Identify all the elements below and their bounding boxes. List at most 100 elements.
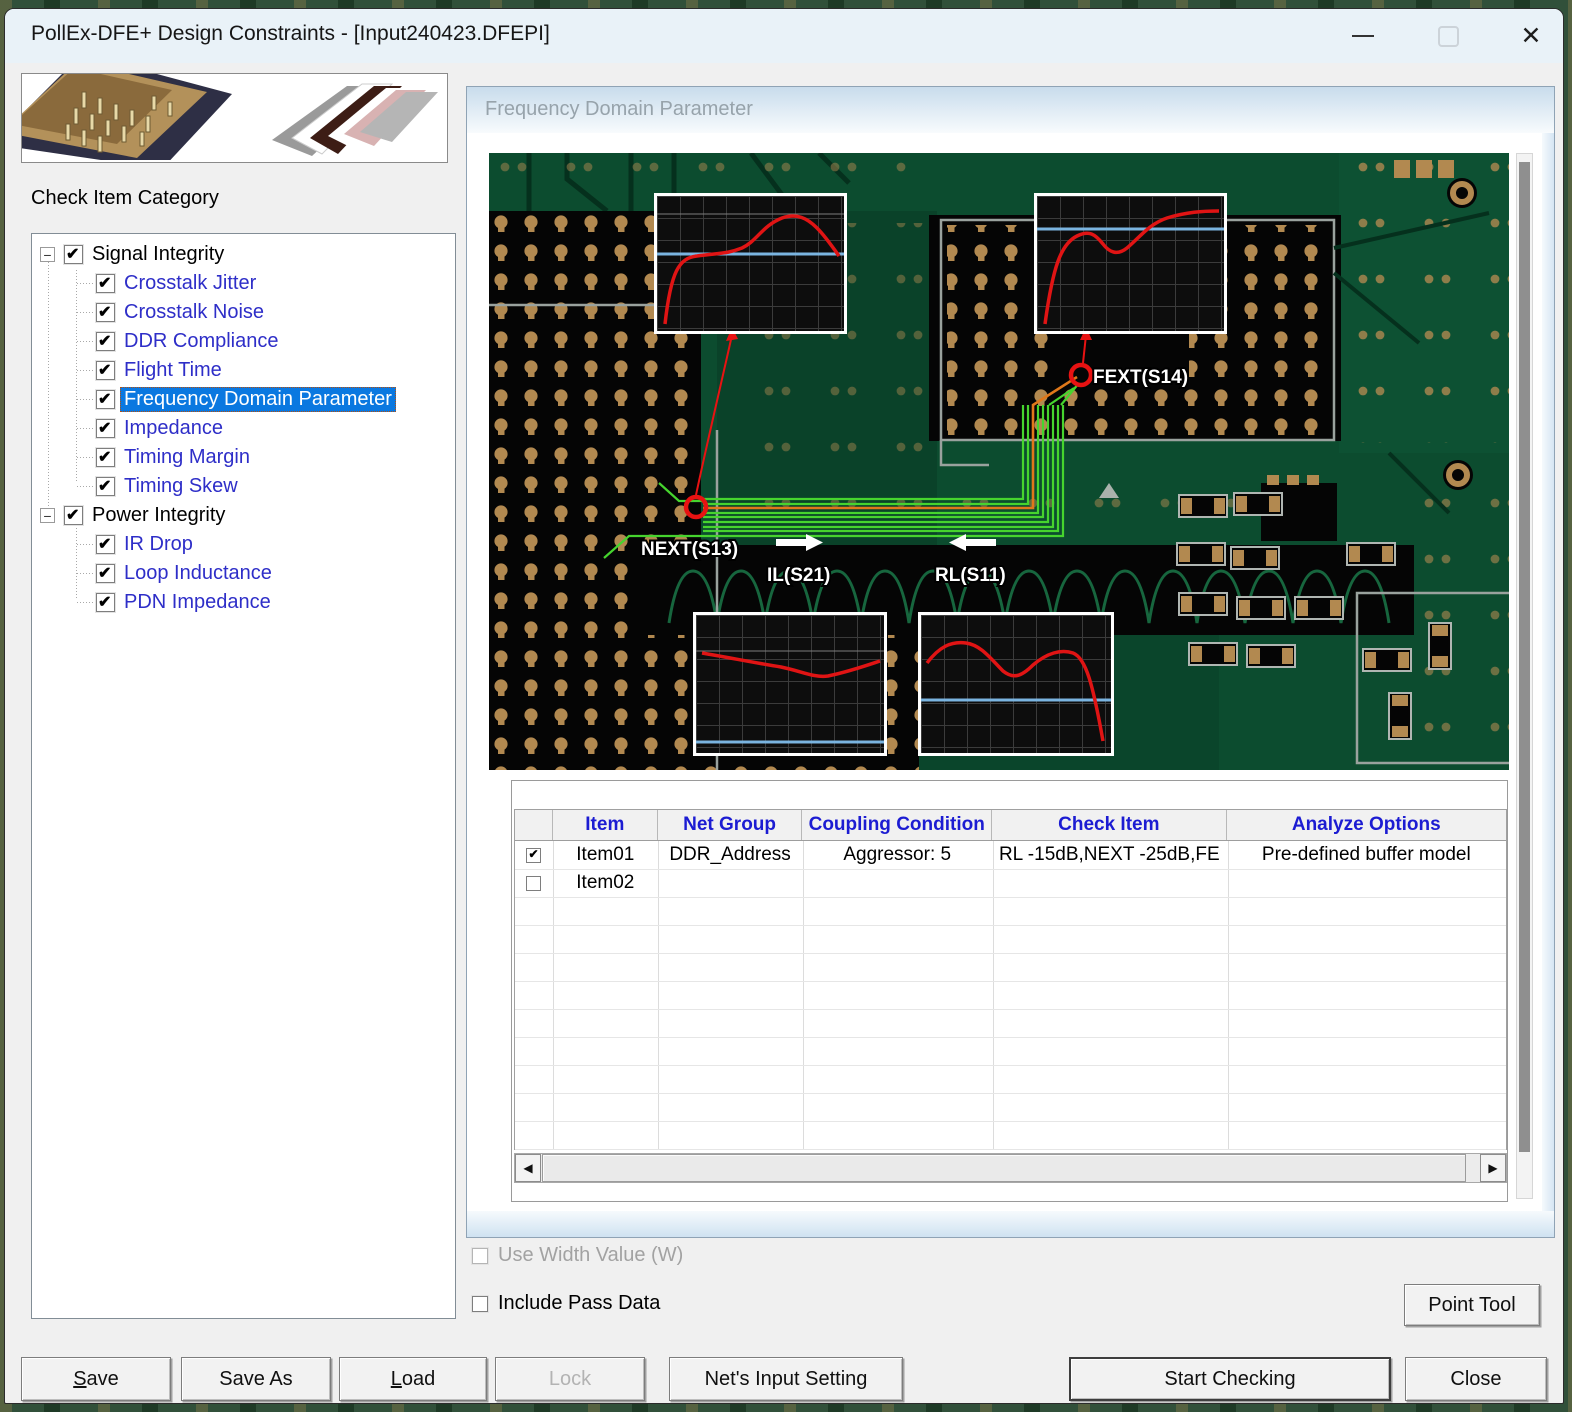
checkbox[interactable] [96, 535, 115, 554]
checkbox[interactable] [96, 303, 115, 322]
tree-item-label[interactable]: IR Drop [124, 533, 193, 556]
tree-item-label[interactable]: Timing Margin [124, 446, 250, 469]
table-row[interactable]: Item02 [515, 869, 1506, 898]
tree-item-loop-inductance[interactable]: Loop Inductance [32, 559, 455, 588]
cell-analyze-options[interactable]: Pre-defined buffer model [1227, 841, 1506, 869]
category-label: Check Item Category [31, 187, 219, 210]
constraint-table[interactable]: Item Net Group Coupling Condition Check … [514, 809, 1507, 1150]
cell-item[interactable]: Item01 [553, 841, 658, 869]
include-pass-data-label[interactable]: Include Pass Data [498, 1292, 660, 1315]
tree-item-label[interactable]: Impedance [124, 417, 223, 440]
chip-and-boards-art [22, 74, 445, 160]
cell-net-group[interactable]: DDR_Address [658, 841, 803, 869]
header-check-item[interactable]: Check Item [992, 810, 1227, 840]
point-tool-button[interactable]: Point Tool [1404, 1284, 1540, 1326]
checkbox[interactable] [96, 419, 115, 438]
banner-image [21, 73, 448, 163]
header-analyze-options[interactable]: Analyze Options [1227, 810, 1506, 840]
tree-item-signal-integrity[interactable]: − Signal Integrity [32, 240, 455, 269]
tree-item-impedance[interactable]: Impedance [32, 414, 455, 443]
title-bar[interactable]: PollEx-DFE+ Design Constraints - [Input2… [5, 9, 1563, 63]
tree-item-timing-margin[interactable]: Timing Margin [32, 443, 455, 472]
cell-coupling-condition[interactable] [802, 869, 992, 897]
table-row[interactable]: Item01 DDR_Address Aggressor: 5 RL -15dB… [515, 841, 1506, 870]
load-button[interactable]: Load [339, 1357, 487, 1401]
start-checking-button[interactable]: Start Checking [1069, 1357, 1391, 1401]
save-as-button[interactable]: Save As [181, 1357, 331, 1401]
vertical-scrollbar[interactable] [1516, 153, 1533, 1199]
window-title: PollEx-DFE+ Design Constraints - [Input2… [31, 22, 550, 46]
cell-check-item[interactable] [992, 869, 1227, 897]
tree-item-ir-drop[interactable]: IR Drop [32, 530, 455, 559]
checkbox[interactable] [96, 390, 115, 409]
sparam-inset-chart-il [693, 612, 887, 756]
checkbox[interactable] [64, 506, 83, 525]
minimize-button[interactable] [1339, 15, 1387, 57]
horizontal-scrollbar[interactable]: ◀ ▶ [514, 1153, 1507, 1183]
cell-analyze-options[interactable] [1227, 869, 1506, 897]
cell-item[interactable]: Item02 [553, 869, 658, 897]
checkbox[interactable] [96, 593, 115, 612]
collapse-icon[interactable]: − [40, 247, 55, 262]
tree-item-label[interactable]: DDR Compliance [124, 330, 279, 353]
table-header-row[interactable]: Item Net Group Coupling Condition Check … [515, 810, 1506, 841]
pcb-preview-image[interactable]: NEXT(S13) IL(S21) RL(S11) FEXT(S14) [489, 153, 1509, 770]
tree-item-pdn-impedance[interactable]: PDN Impedance [32, 588, 455, 617]
header-coupling-condition[interactable]: Coupling Condition [802, 810, 992, 840]
scroll-left-button[interactable]: ◀ [515, 1154, 541, 1182]
checkbox[interactable] [96, 361, 115, 380]
collapse-icon[interactable]: − [40, 508, 55, 523]
cell-coupling-condition[interactable]: Aggressor: 5 [802, 841, 992, 869]
row-checkbox[interactable] [526, 848, 541, 863]
header-select-column[interactable] [515, 810, 553, 840]
use-width-value-option: Use Width Value (W) [472, 1244, 683, 1267]
sparam-inset-chart-fext [1034, 193, 1227, 334]
checkbox[interactable] [64, 245, 83, 264]
nets-input-setting-button[interactable]: Net's Input Setting [669, 1357, 903, 1401]
maximize-button[interactable] [1424, 15, 1472, 57]
checkbox[interactable] [96, 332, 115, 351]
tree-item-label[interactable]: Signal Integrity [92, 243, 224, 266]
tree-item-label[interactable]: Timing Skew [124, 475, 238, 498]
use-width-value-checkbox [472, 1248, 488, 1264]
scroll-right-button[interactable]: ▶ [1480, 1154, 1506, 1182]
include-pass-data-checkbox[interactable] [472, 1296, 488, 1312]
tree-item-label[interactable]: PDN Impedance [124, 591, 271, 614]
include-pass-data-option[interactable]: Include Pass Data [472, 1292, 660, 1315]
tree-item-label[interactable]: Crosstalk Jitter [124, 272, 256, 295]
pcb-label-rl: RL(S11) [935, 565, 1006, 586]
tree-item-power-integrity[interactable]: − Power Integrity [32, 501, 455, 530]
panel-bottom-edge [467, 1211, 1554, 1237]
checkbox[interactable] [96, 477, 115, 496]
checkbox[interactable] [96, 564, 115, 583]
checkbox[interactable] [96, 274, 115, 293]
save-button[interactable]: Save [21, 1357, 171, 1401]
tree-item-label[interactable]: Power Integrity [92, 504, 225, 527]
check-item-tree[interactable]: − Signal Integrity Crosstalk Jitter Cros… [31, 233, 456, 1319]
tree-item-label[interactable]: Crosstalk Noise [124, 301, 264, 324]
tree-item-ddr-compliance[interactable]: DDR Compliance [32, 327, 455, 356]
cell-check-item[interactable]: RL -15dB,NEXT -25dB,FE [992, 841, 1227, 869]
tree-item-crosstalk-noise[interactable]: Crosstalk Noise [32, 298, 455, 327]
minimize-icon [1352, 35, 1374, 37]
tree-item-label[interactable]: Frequency Domain Parameter [120, 387, 396, 412]
vertical-scrollbar-thumb[interactable] [1519, 162, 1530, 1152]
tree-item-flight-time[interactable]: Flight Time [32, 356, 455, 385]
use-width-value-label: Use Width Value (W) [498, 1244, 683, 1267]
horizontal-scrollbar-thumb[interactable] [542, 1154, 1466, 1182]
header-net-group[interactable]: Net Group [658, 810, 803, 840]
tree-item-label[interactable]: Loop Inductance [124, 562, 272, 585]
cell-net-group[interactable] [658, 869, 803, 897]
tree-item-timing-skew[interactable]: Timing Skew [32, 472, 455, 501]
dialog-window: PollEx-DFE+ Design Constraints - [Input2… [4, 8, 1564, 1404]
checkbox[interactable] [96, 448, 115, 467]
tree-item-crosstalk-jitter[interactable]: Crosstalk Jitter [32, 269, 455, 298]
pcb-label-fext: FEXT(S14) [1093, 367, 1188, 388]
header-item[interactable]: Item [553, 810, 658, 840]
tree-item-label[interactable]: Flight Time [124, 359, 222, 382]
close-button[interactable]: ✕ [1507, 15, 1555, 57]
maximize-icon [1438, 26, 1459, 47]
tree-item-frequency-domain-parameter[interactable]: Frequency Domain Parameter [32, 385, 455, 414]
row-checkbox[interactable] [526, 876, 541, 891]
close-dialog-button[interactable]: Close [1405, 1357, 1547, 1401]
